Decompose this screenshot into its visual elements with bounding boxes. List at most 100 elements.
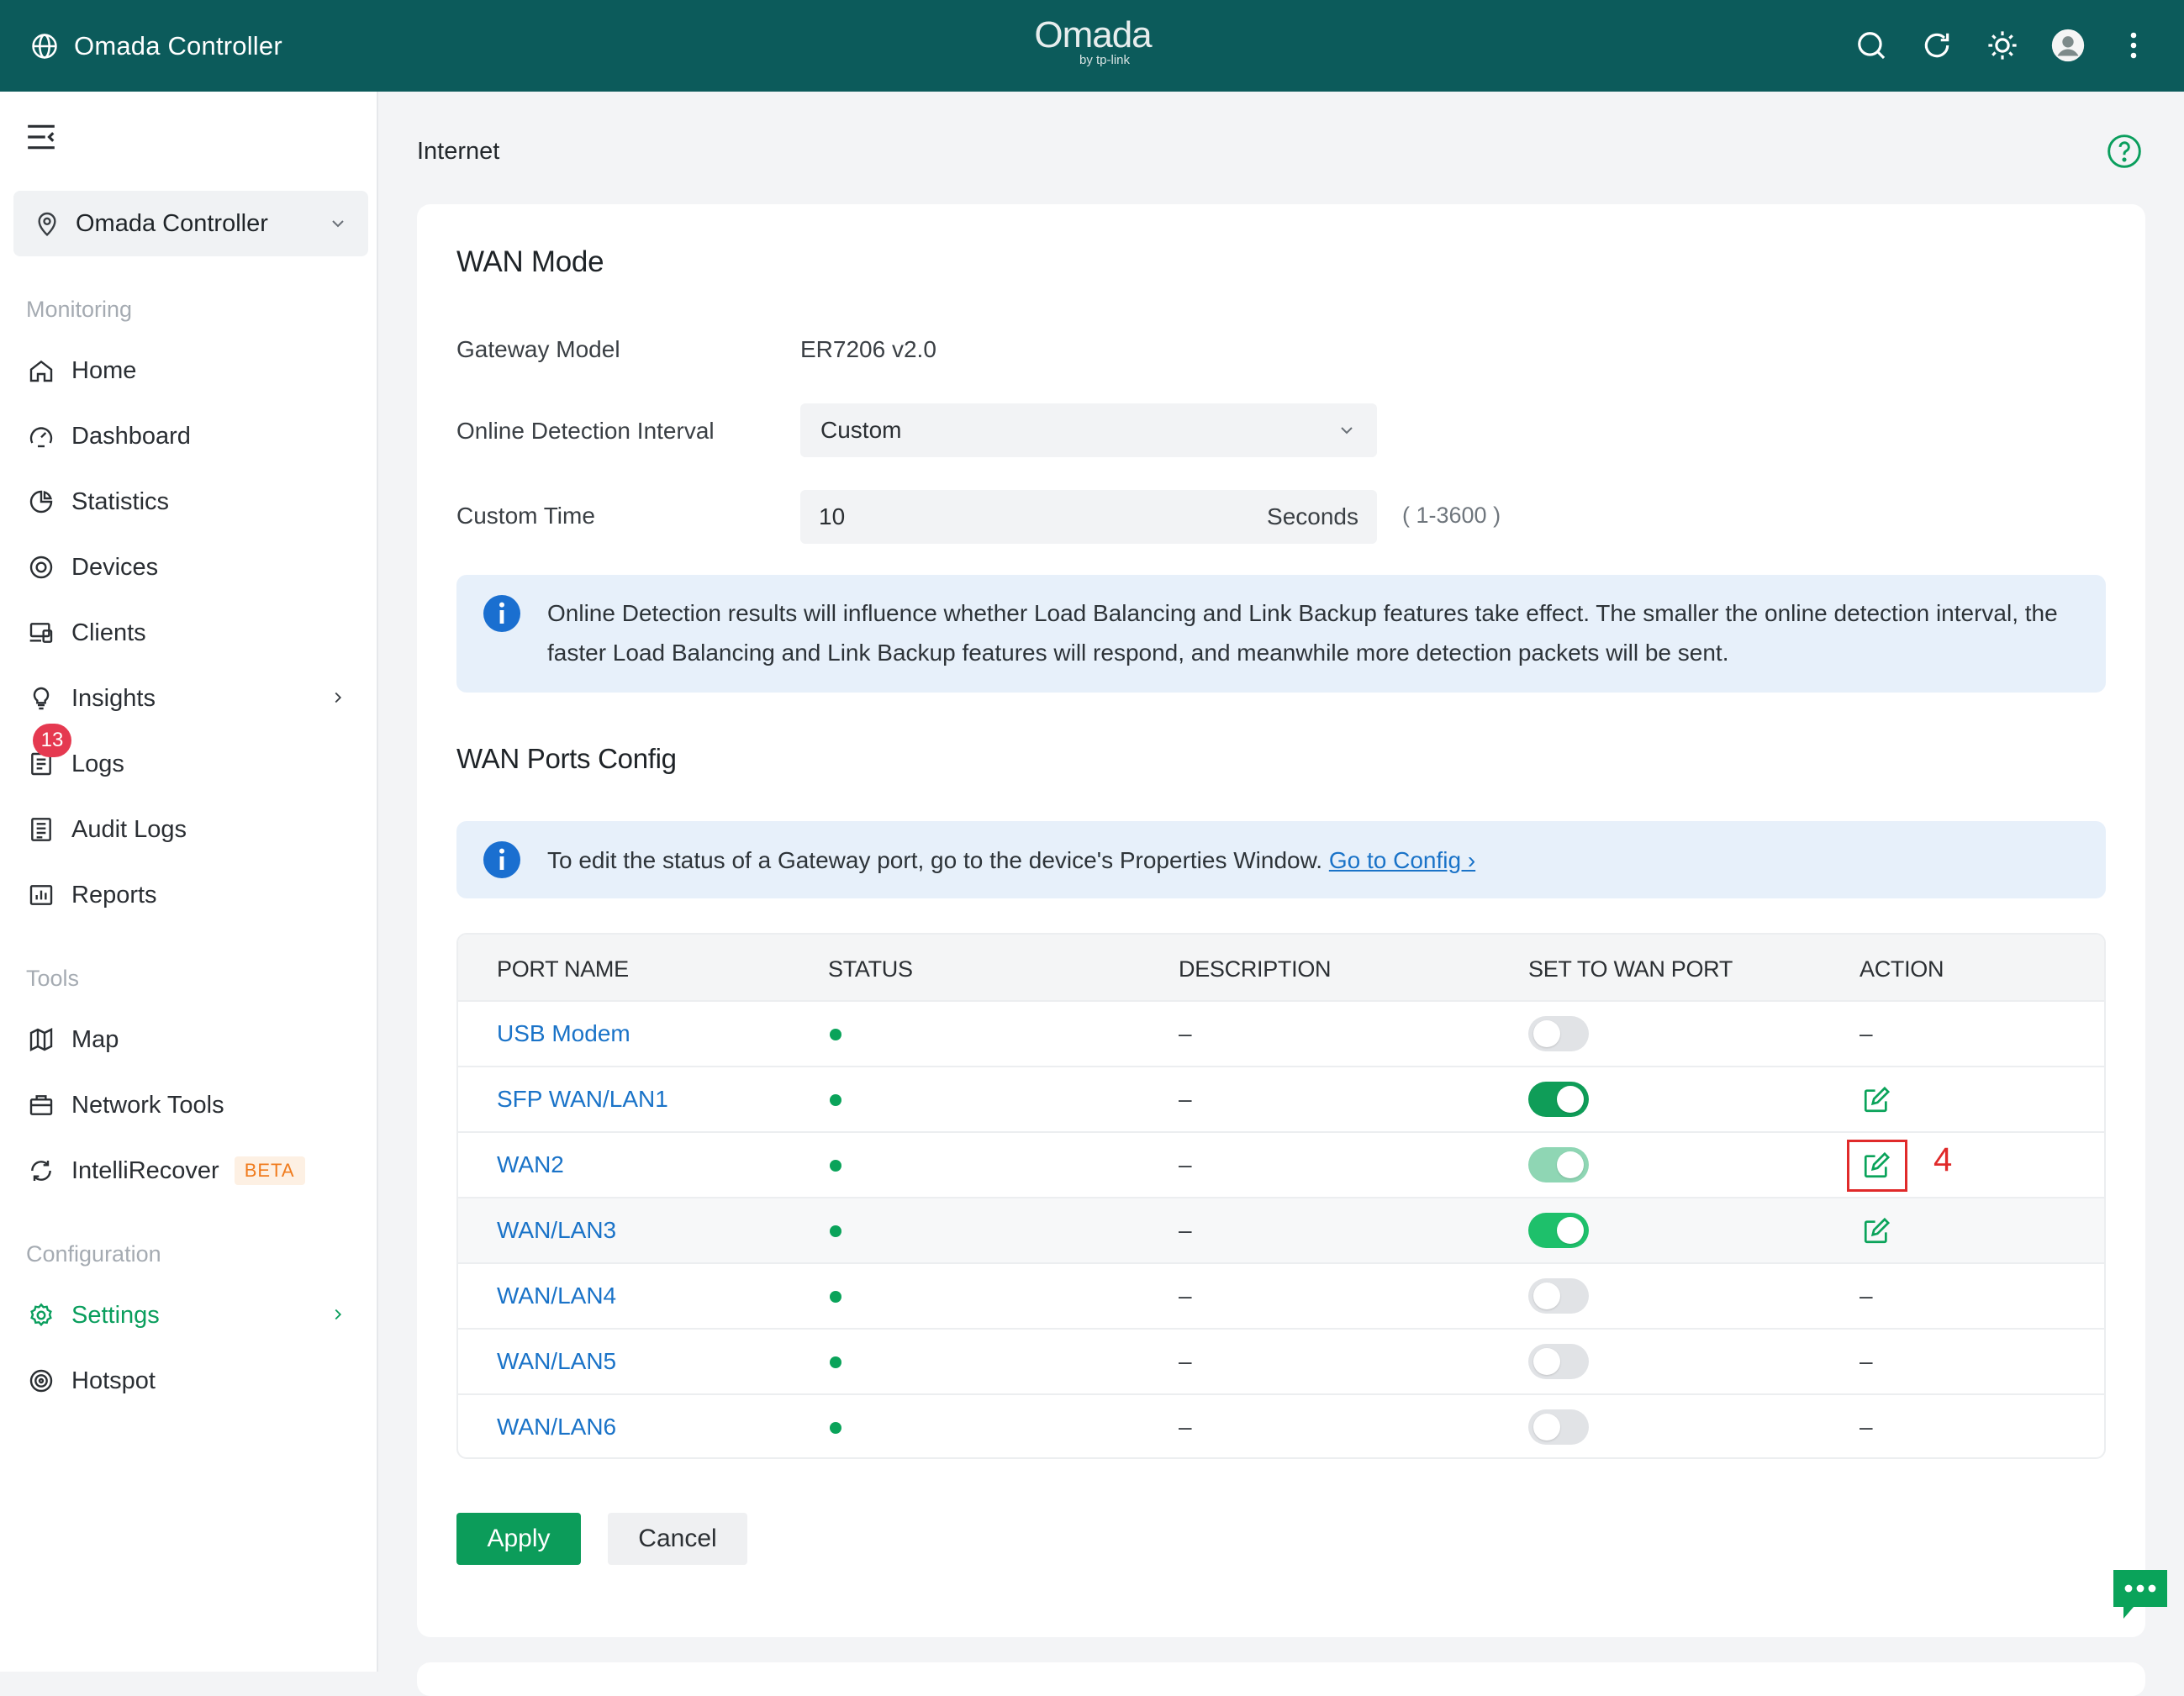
wan-mode-info: Online Detection results will influence … [456,575,2106,693]
edit-icon[interactable] [1862,1151,1891,1180]
audit-logs-icon [26,814,56,845]
custom-time-input[interactable]: 10 Seconds [800,490,1377,544]
port-name-link[interactable]: WAN/LAN6 [497,1414,616,1441]
sidebar-item-logs[interactable]: 13 Logs [26,724,362,789]
sidebar-item-map[interactable]: Map [26,1014,362,1065]
status-dot [830,1422,841,1434]
omada-logo: Omada by tp-link [1029,17,1157,67]
port-description: – [1179,1086,1192,1112]
sidebar-item-clients[interactable]: Clients [26,608,362,658]
table-row: WAN/LAN4 – – [458,1262,2104,1328]
action-none: – [1860,1414,1873,1440]
sidebar-item-label: Dashboard [71,422,191,450]
table-row: USB Modem – – [458,1000,2104,1066]
port-name-link[interactable]: USB Modem [497,1020,630,1047]
edit-icon[interactable] [1862,1217,1891,1246]
col-description: DESCRIPTION [1179,956,1332,982]
more-vertical-icon[interactable] [2117,25,2150,66]
sidebar-item-audit-logs[interactable]: Audit Logs [26,804,362,855]
search-icon[interactable] [1854,25,1888,66]
custom-time-unit: Seconds [1267,503,1358,529]
port-name-link[interactable]: WAN/LAN3 [497,1217,616,1244]
beta-badge: BETA [234,1156,305,1185]
table-row: WAN/LAN5 – – [458,1328,2104,1393]
port-description: – [1179,1217,1192,1243]
cancel-button[interactable]: Cancel [608,1513,747,1565]
table-row: WAN/LAN6 – – [458,1393,2104,1457]
custom-time-range: ( 1-3600 ) [1402,503,1501,528]
app-title: Omada Controller [74,31,282,61]
sidebar-item-devices[interactable]: Devices [26,542,362,593]
wan-toggle[interactable] [1528,1278,1589,1314]
interval-select-value: Custom [820,417,902,443]
custom-time-label: Custom Time [456,503,595,529]
help-icon[interactable] [2106,133,2143,170]
map-icon [26,1024,56,1055]
go-to-config-link[interactable]: Go to Config › [1329,847,1475,873]
port-name-link[interactable]: SFP WAN/LAN1 [497,1086,668,1113]
wan-toggle-disabled[interactable] [1528,1147,1589,1182]
hotspot-icon [26,1366,56,1396]
col-status: STATUS [828,956,913,982]
site-selector[interactable]: Omada Controller [13,191,368,256]
sidebar-item-label: Insights [71,684,156,712]
location-pin-icon [38,212,56,236]
wan-toggle[interactable] [1528,1082,1589,1117]
sidebar-item-network-tools[interactable]: Network Tools [26,1080,362,1130]
logo-sub: by tp-link [1079,53,1131,67]
toggle-knob [1557,1086,1584,1113]
dashboard-gauge-icon [26,421,56,451]
sidebar-item-reports[interactable]: Reports [26,870,362,920]
table-row: WAN/LAN3 – [458,1197,2104,1262]
sidebar-item-label: Map [71,1025,119,1053]
wan-toggle[interactable] [1528,1409,1589,1445]
sidebar-item-label: IntelliRecover [71,1156,219,1184]
port-description: – [1179,1020,1192,1046]
toggle-knob [1557,1217,1584,1244]
section-tools: Tools [26,966,80,991]
sidebar-item-settings[interactable]: Settings [26,1290,362,1340]
port-name-link[interactable]: WAN2 [497,1151,564,1178]
status-dot [830,1029,841,1040]
sidebar-item-insights[interactable]: Insights [26,673,362,724]
interval-select[interactable]: Custom [800,403,1377,457]
action-none: – [1860,1020,1873,1046]
sidebar-item-label: Network Tools [71,1091,224,1119]
sidebar-item-home[interactable]: Home [26,345,362,396]
wan-toggle[interactable] [1528,1344,1589,1379]
theme-sun-icon[interactable] [1986,25,2019,66]
port-description: – [1179,1151,1192,1177]
page-title: Internet [417,138,500,165]
status-dot [830,1160,841,1172]
refresh-icon[interactable] [1920,25,1954,66]
sidebar-item-statistics[interactable]: Statistics [26,477,362,527]
toolbox-icon [26,1090,56,1120]
sidebar-item-label: Clients [71,619,146,646]
wan-ports-title: WAN Ports Config [456,743,677,774]
sidebar-item-dashboard[interactable]: Dashboard [26,411,362,461]
wan-toggle[interactable] [1528,1213,1589,1248]
table-row: SFP WAN/LAN1 – [458,1066,2104,1131]
sidebar-item-hotspot[interactable]: Hotspot [26,1356,362,1406]
wan-toggle[interactable] [1528,1016,1589,1051]
action-none: – [1860,1283,1873,1309]
edit-icon[interactable] [1862,1086,1891,1114]
port-name-link[interactable]: WAN/LAN4 [497,1283,616,1309]
action-none: – [1860,1348,1873,1374]
lightbulb-icon [26,683,56,714]
port-name-link[interactable]: WAN/LAN5 [497,1348,616,1375]
port-description: – [1179,1348,1192,1374]
status-dot [830,1356,841,1368]
chevron-down-icon [1341,427,1353,435]
top-actions [1854,25,2150,66]
sidebar-item-intellirecover[interactable]: IntelliRecover BETA [26,1146,362,1196]
sidebar-item-label: Audit Logs [71,815,187,843]
user-avatar-icon[interactable] [2051,25,2085,66]
sidebar-item-label: Hotspot [71,1367,156,1394]
collapse-menu-icon[interactable] [25,122,59,155]
interval-label: Online Detection Interval [456,418,715,444]
apply-button[interactable]: Apply [456,1513,581,1565]
col-port-name: PORT NAME [497,956,629,982]
sidebar-item-label: Reports [71,881,157,909]
chat-support-icon[interactable] [2110,1565,2171,1624]
